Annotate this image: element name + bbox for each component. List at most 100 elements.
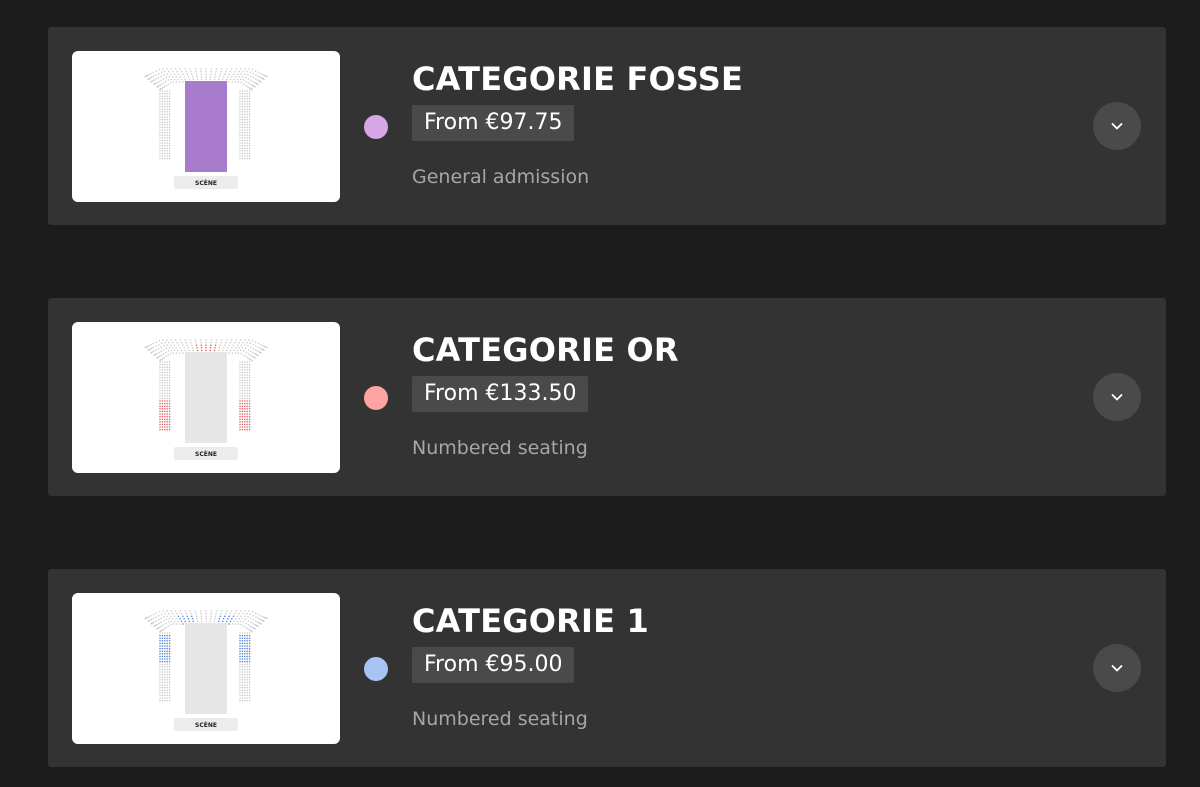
seat	[159, 155, 161, 157]
seat	[239, 663, 241, 665]
seat	[155, 82, 157, 85]
seat	[159, 428, 161, 431]
seat	[213, 620, 216, 623]
seat	[149, 348, 151, 350]
seat	[168, 642, 171, 645]
seat	[254, 70, 257, 72]
seat	[146, 345, 149, 348]
seat	[248, 142, 251, 144]
seat	[161, 389, 164, 392]
seat	[163, 356, 166, 359]
seat	[168, 371, 171, 374]
seat	[194, 610, 197, 612]
seat	[155, 341, 158, 343]
seat	[246, 356, 249, 359]
seat	[246, 395, 248, 397]
seat	[166, 152, 168, 155]
seat	[246, 658, 248, 660]
seat	[152, 621, 154, 624]
seat	[160, 346, 162, 349]
seat	[244, 610, 246, 612]
seat	[166, 418, 168, 420]
seat	[244, 344, 246, 346]
seat	[164, 108, 166, 110]
seat	[161, 684, 164, 686]
seat	[159, 632, 161, 634]
seat	[244, 124, 246, 126]
seat	[161, 95, 164, 97]
seat	[241, 676, 244, 678]
seat	[200, 615, 202, 617]
seat	[240, 623, 242, 626]
expand-button[interactable]	[1093, 644, 1141, 692]
seat	[210, 615, 212, 617]
seat	[159, 152, 161, 155]
category-card-fosse[interactable]: SCÈNE CATEGORIE FOSSE From €97.75 Genera…	[48, 27, 1166, 225]
seat	[164, 150, 166, 152]
seat	[159, 676, 161, 678]
price-badge: From €97.75	[412, 105, 575, 141]
floor-area	[185, 623, 227, 714]
seat	[241, 653, 244, 655]
seat	[166, 415, 168, 418]
seat	[246, 400, 248, 402]
seat	[188, 78, 191, 81]
seat	[254, 78, 257, 80]
seat	[239, 402, 241, 405]
seat	[150, 347, 153, 350]
seat	[248, 428, 251, 431]
seat	[166, 681, 168, 684]
seat	[248, 389, 251, 392]
seat	[168, 645, 171, 647]
seat	[244, 73, 246, 75]
seat	[177, 349, 179, 352]
seat	[146, 74, 149, 77]
category-card-1[interactable]: SCÈNE CATEGORIE 1 From €95.00 Numbered s…	[48, 569, 1166, 767]
seat	[168, 658, 171, 660]
seat	[159, 144, 161, 147]
seat	[166, 392, 168, 394]
seat	[239, 413, 241, 415]
seat	[166, 400, 168, 402]
seat	[246, 121, 248, 123]
seat	[241, 376, 244, 379]
seat	[228, 73, 230, 75]
seat	[200, 612, 202, 615]
seat	[239, 689, 241, 691]
category-card-or[interactable]: SCÈNE CATEGORIE OR From €133.50 Numbered…	[48, 298, 1166, 496]
seat	[256, 350, 259, 352]
seat	[246, 697, 248, 699]
seat	[155, 353, 157, 356]
seat	[262, 615, 264, 618]
expand-button[interactable]	[1093, 373, 1141, 421]
seat	[166, 366, 168, 368]
seat	[160, 350, 162, 353]
seat	[168, 418, 171, 420]
seat	[244, 142, 246, 144]
seat	[164, 118, 166, 121]
expand-button[interactable]	[1093, 102, 1141, 150]
seat	[161, 376, 164, 379]
seat	[164, 640, 166, 642]
seat	[159, 634, 161, 637]
seat	[189, 610, 192, 612]
seat	[168, 100, 171, 103]
seat	[241, 366, 244, 368]
seat	[246, 415, 248, 418]
seat	[160, 354, 163, 356]
seat	[238, 618, 241, 620]
seat	[146, 616, 149, 619]
seat	[163, 615, 165, 618]
seat	[248, 103, 251, 105]
seat	[244, 697, 246, 699]
seat	[246, 684, 248, 686]
seat	[241, 637, 244, 639]
seat	[166, 413, 168, 415]
seat	[234, 612, 236, 615]
seat	[176, 70, 178, 73]
seat	[238, 612, 240, 615]
seat	[248, 413, 251, 415]
seat	[156, 352, 158, 355]
seat	[210, 610, 213, 612]
seat	[159, 647, 161, 650]
